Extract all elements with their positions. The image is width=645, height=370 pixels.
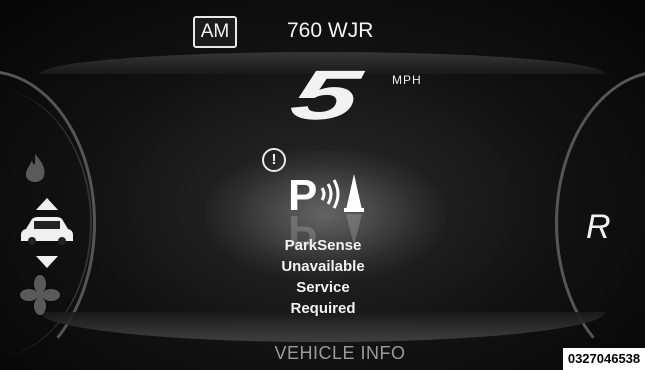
vehicle-info-label: VEHICLE INFO xyxy=(274,343,406,363)
message-line: Unavailable xyxy=(281,258,365,275)
parksense-message: ParkSense Unavailable Service Required xyxy=(243,235,403,319)
gear-indicator: R xyxy=(586,208,611,246)
car-icon xyxy=(21,217,73,245)
arrow-down-icon xyxy=(36,256,58,268)
fan-icon xyxy=(20,275,60,315)
speed-unit: MPH xyxy=(392,73,422,87)
radio-band-badge: AM xyxy=(193,16,237,48)
instrument-cluster-display: AM 760 WJR 5 MPH ! P P ParkSense Unavail… xyxy=(0,0,645,370)
image-reference-code: 0327046538 xyxy=(563,348,645,370)
arrow-up-icon xyxy=(36,198,58,210)
radio-station: 760 WJR xyxy=(287,19,374,42)
speed-readout: 5 xyxy=(284,56,368,134)
message-line: Required xyxy=(290,300,356,317)
flame-icon xyxy=(25,154,45,182)
message-line: ParkSense xyxy=(284,237,362,254)
message-line: Service xyxy=(296,279,350,296)
